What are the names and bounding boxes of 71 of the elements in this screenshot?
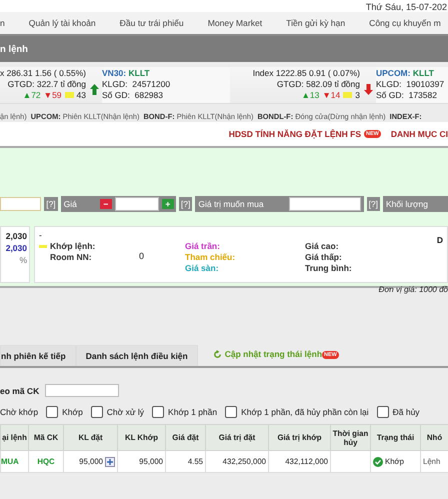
checkbox[interactable] — [46, 406, 58, 418]
unchanged-marker-icon — [343, 92, 352, 98]
index-value: x 286.31 1.56 ( 0.55%) — [0, 68, 86, 78]
symbol-input[interactable] — [0, 197, 42, 211]
guide-link[interactable]: DANH MỤC CI — [390, 129, 448, 139]
checkbox[interactable] — [225, 406, 238, 418]
board-status: VN30: KLLT — [102, 68, 151, 78]
volume-label: Khối lượng — [383, 196, 448, 212]
symbol-filter-label: eo mã CK — [0, 386, 40, 396]
edge-text: D — [436, 235, 443, 247]
checkbox[interactable] — [90, 406, 103, 418]
status-checkbox[interactable]: Khớp 1 phần, đã hủy phần còn lại — [225, 406, 369, 418]
nav-item[interactable]: Đầu tư trái phiếu — [120, 18, 184, 28]
trade-count: Số GD: 173582 — [376, 90, 438, 100]
decline-count: ▼59 — [44, 90, 62, 100]
tab[interactable]: Danh sách lệnh điều kiện — [76, 345, 198, 366]
trade-count: Số GD: 682983 — [102, 90, 164, 100]
volume-text: KLGD: 24571200 — [102, 79, 172, 89]
increase-button[interactable]: + — [162, 199, 174, 209]
room-label: Room NN: — [50, 252, 93, 262]
summary-value: 2,030 — [6, 243, 27, 253]
decline-count: ▼14 — [322, 90, 340, 100]
expand-icon[interactable] — [105, 456, 115, 466]
price-input[interactable] — [114, 197, 159, 211]
help-link[interactable]: [?] — [44, 197, 58, 211]
price-label: Giá trần: — [185, 241, 221, 251]
help-link[interactable]: [?] — [178, 197, 192, 211]
room-value: 0 — [139, 251, 144, 261]
stat-label: Giá cao: — [305, 241, 340, 251]
status-filter-label: Chờ khớp — [0, 407, 38, 417]
nav-item[interactable]: Quản lý tài khoản — [28, 18, 96, 28]
page-title: n lệnh — [0, 44, 28, 54]
trade-value: GTGD: 322.7 tỉ đồng — [8, 79, 86, 89]
help-link[interactable]: [?] — [366, 197, 380, 211]
advance-count: ▲13 — [302, 90, 320, 100]
index-value: Index 1222.85 0.91 ( 0.07%) — [252, 68, 360, 78]
status-checkbox[interactable]: Khớp — [46, 406, 83, 418]
tab[interactable]: nh phiên kế tiếp — [0, 345, 76, 366]
nav-item[interactable]: Công cụ khuyến m — [369, 18, 441, 28]
volume-text: KLGD: 19010397 — [376, 79, 446, 89]
trade-value: GTGD: 582.09 tỉ đồng — [276, 79, 360, 89]
status-checkbox[interactable]: Đã hủy — [376, 406, 420, 418]
nav-item[interactable]: Tiền gửi kỳ hạn — [286, 18, 346, 28]
unchanged-count: 3 — [355, 90, 360, 100]
checkbox[interactable] — [376, 406, 389, 418]
board-status: UPCOM: KLLT — [376, 68, 435, 78]
match-label: Khớp lệnh: — [50, 241, 96, 251]
status-checkbox[interactable]: Chờ xử lý — [90, 406, 144, 418]
summary-value: % — [19, 255, 27, 265]
decrease-button[interactable]: − — [100, 199, 112, 209]
amount-label: Giá trị muốn mua — [198, 199, 264, 209]
nav-item[interactable]: n — [0, 18, 5, 28]
stat-label: Trung bình: — [305, 263, 353, 273]
price-label: Giá — [64, 199, 77, 209]
symbol-filter-input[interactable] — [45, 384, 120, 397]
unchanged-marker-icon — [64, 92, 74, 98]
stat-label: Giá thấp: — [305, 252, 343, 262]
unit-note: Đơn vị giá: 1000 đồ — [378, 285, 448, 294]
price-label: Giá sàn: — [185, 263, 220, 273]
match-marker-icon — [39, 244, 47, 248]
nav-item[interactable]: Money Market — [208, 18, 262, 28]
checkbox[interactable] — [152, 406, 164, 418]
price-label: Tham chiếu: — [185, 252, 236, 262]
guide-link[interactable]: HDSD TÍNH NĂNG ĐẶT LỆNH FS — [228, 129, 362, 139]
advance-count: ▲72 — [22, 90, 41, 100]
status-checkbox[interactable]: Khớp 1 phần — [152, 406, 218, 418]
amount-input[interactable] — [288, 197, 361, 211]
summary-value: 2,030 — [6, 231, 27, 241]
date-text: Thứ Sáu, 15-07-202 — [366, 3, 448, 12]
refresh-icon — [212, 350, 222, 358]
unchanged-count: 43 — [76, 90, 86, 100]
